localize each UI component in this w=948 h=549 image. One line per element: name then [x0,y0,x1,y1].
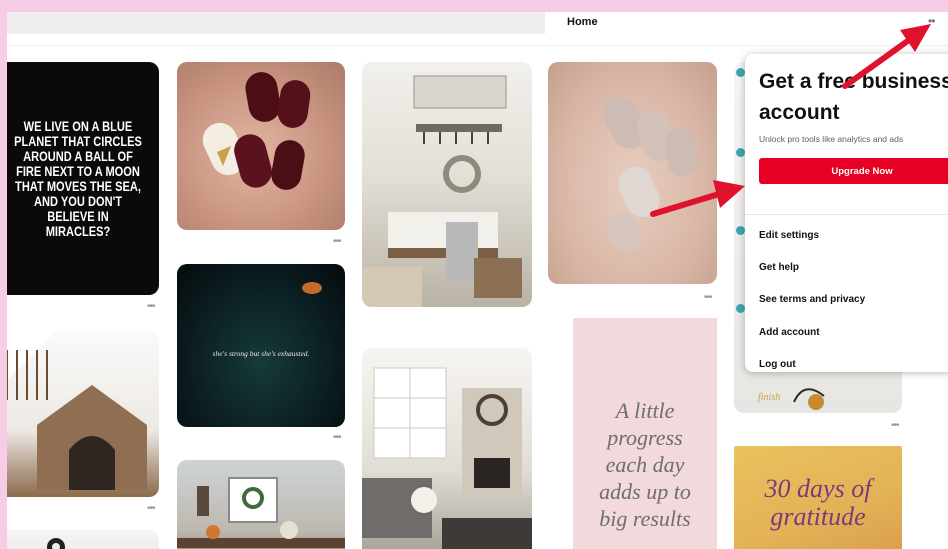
arrow-to-upgrade-button [650,180,745,217]
annotation-arrows [650,24,931,217]
arrow-to-more-menu [842,24,931,89]
pinterest-window: Home •• WE LIVE ON A BLUE PLANET THAT CI… [7,12,948,549]
